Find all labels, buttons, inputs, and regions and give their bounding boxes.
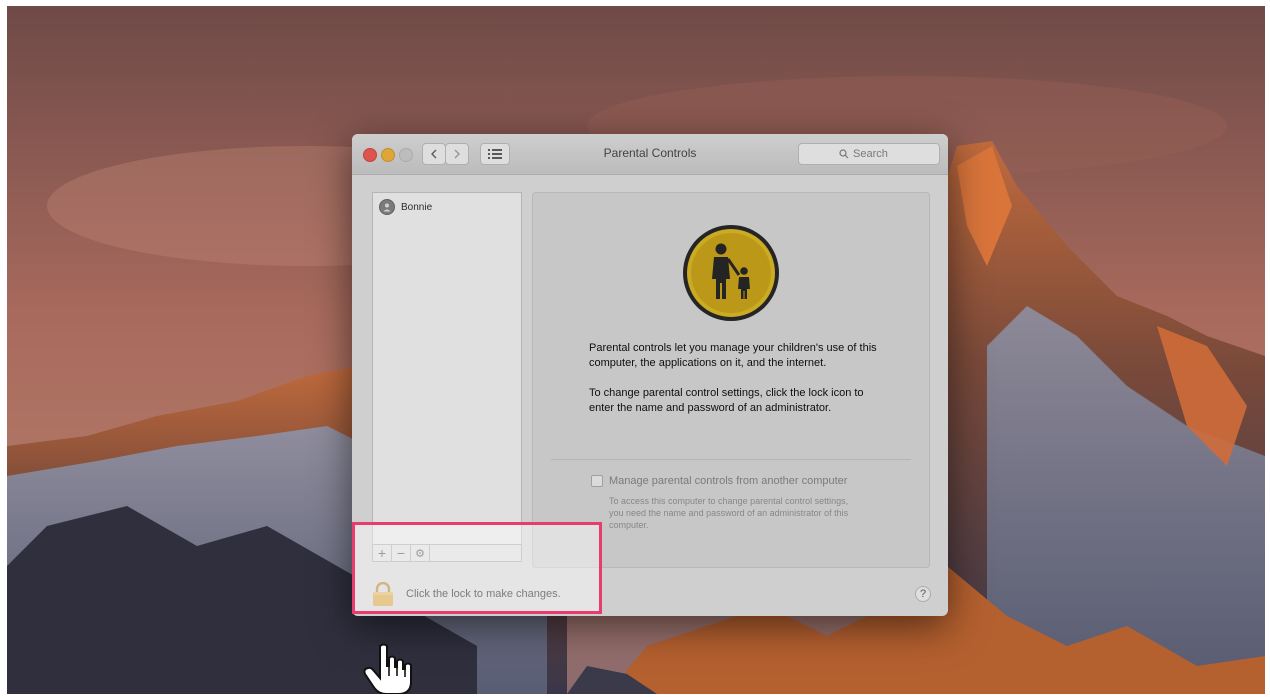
description-paragraph-1: Parental controls let you manage your ch… [589, 342, 877, 369]
main-panel: Parental controls let you manage your ch… [532, 192, 930, 568]
manage-remotely-note: To access this computer to change parent… [609, 496, 849, 530]
show-all-button[interactable] [480, 143, 510, 165]
close-window-button[interactable] [363, 148, 377, 162]
window-title: Parental Controls [603, 146, 697, 160]
minimize-window-button[interactable] [381, 148, 395, 162]
user-icon [383, 203, 391, 212]
user-list: Bonnie [372, 192, 522, 546]
title-bar: Parental Controls [352, 134, 948, 175]
lock-area: Click the lock to make changes. [372, 582, 561, 606]
search-icon [839, 149, 849, 159]
hand-pointer-icon [363, 643, 412, 694]
user-item-bonnie[interactable]: Bonnie [379, 199, 432, 215]
manage-remotely-option[interactable]: Manage parental controls from another co… [591, 475, 847, 487]
manage-remotely-label: Manage parental controls from another co… [609, 475, 848, 487]
search-input[interactable] [853, 148, 899, 160]
zoom-window-button[interactable] [399, 148, 413, 162]
user-list-toolbar: + − ⚙ [372, 544, 522, 564]
description-paragraph-2: To change parental control settings, cli… [589, 387, 864, 414]
parental-controls-window: Parental Controls Bonnie + − ⚙ [352, 134, 948, 616]
grid-icon [488, 149, 502, 159]
parental-controls-icon [683, 225, 779, 321]
add-user-button[interactable]: + [372, 544, 392, 562]
divider [551, 459, 911, 460]
toolbar-spacer [429, 544, 522, 562]
action-menu-button[interactable]: ⚙ [410, 544, 430, 562]
remove-user-button[interactable]: − [391, 544, 411, 562]
search-field[interactable] [798, 143, 940, 165]
lock-icon[interactable] [372, 582, 394, 606]
manage-remotely-checkbox[interactable] [591, 475, 603, 487]
forward-button[interactable] [445, 143, 469, 165]
back-button[interactable] [422, 143, 446, 165]
user-name: Bonnie [401, 201, 433, 213]
help-button[interactable]: ? [915, 586, 931, 602]
lock-status-text: Click the lock to make changes. [406, 588, 561, 600]
description-text: Parental controls let you manage your ch… [589, 341, 889, 431]
chevron-left-icon [431, 149, 437, 159]
chevron-right-icon [454, 149, 460, 159]
user-avatar [379, 199, 395, 215]
